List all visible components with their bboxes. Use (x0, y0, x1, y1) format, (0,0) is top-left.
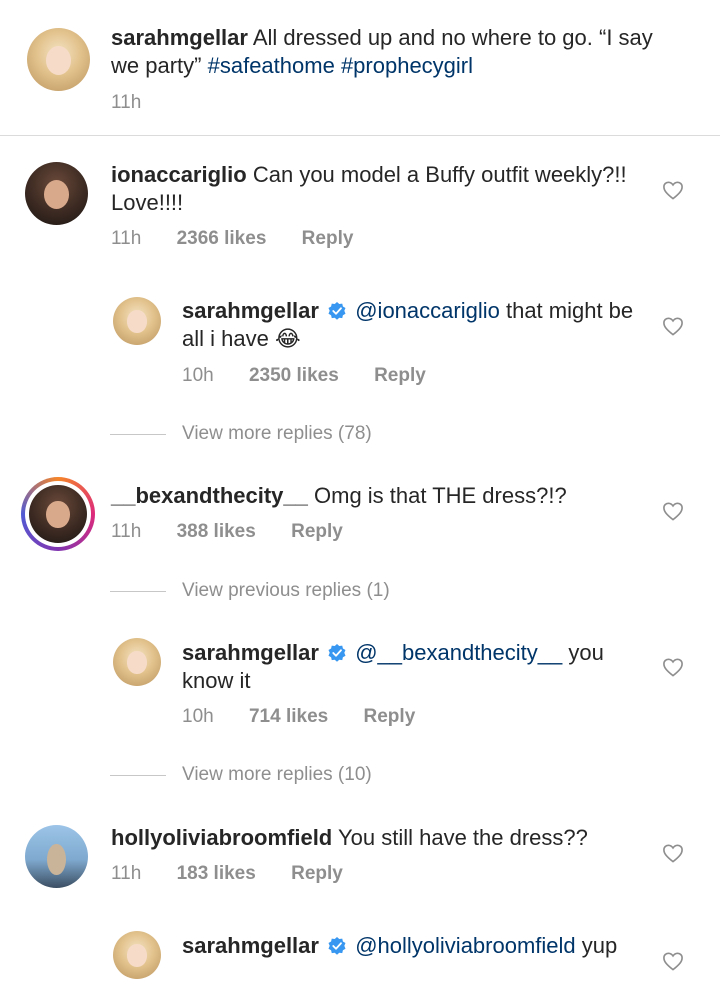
reply-time: 10h (182, 706, 214, 727)
reply-username[interactable]: sarahmgellar (182, 640, 319, 665)
comment-time: 11h (111, 521, 142, 542)
heart-outline-icon[interactable] (662, 501, 684, 521)
view-replies-line (110, 775, 166, 776)
comment-avatar[interactable] (25, 162, 88, 225)
heart-outline-icon[interactable] (662, 657, 684, 677)
reply-button[interactable]: Reply (374, 365, 426, 386)
comment-body: You still have the dress?? (337, 825, 588, 850)
post-timestamp: 11h (111, 92, 142, 113)
reply-username[interactable]: sarahmgellar (182, 933, 319, 958)
reply-avatar[interactable] (113, 931, 161, 979)
reply-button[interactable]: Reply (364, 706, 416, 727)
heart-outline-icon[interactable] (662, 843, 684, 863)
comment-likes[interactable]: 388 likes (177, 521, 256, 542)
comment-text: __bexandthecity__ Omg is that THE dress?… (111, 482, 631, 510)
reply-button[interactable]: Reply (302, 228, 354, 249)
caption-divider (0, 135, 720, 136)
comment-time: 11h (111, 863, 142, 884)
view-replies-line (110, 434, 166, 435)
comment-body: Omg is that THE dress?!? (314, 483, 567, 508)
comment-text: hollyoliviabroomfield You still have the… (111, 824, 651, 852)
comment-time: 11h (111, 228, 142, 249)
reply-likes[interactable]: 2350 likes (249, 365, 339, 386)
hashtag-link[interactable]: #safeathome (208, 53, 335, 78)
reply-text: sarahmgellar @ionaccariglio that might b… (182, 297, 642, 353)
heart-outline-icon[interactable] (662, 951, 684, 971)
reply-avatar[interactable] (113, 638, 161, 686)
reply-mention[interactable]: @hollyoliviabroomfield (355, 933, 575, 958)
comment-username[interactable]: ionaccariglio (111, 162, 247, 187)
post-author-avatar[interactable] (27, 28, 90, 91)
reply-button[interactable]: Reply (291, 521, 343, 542)
hashtag-link[interactable]: #prophecygirl (341, 53, 473, 78)
comment-avatar[interactable] (29, 485, 87, 543)
reply-time: 10h (182, 365, 214, 386)
comment-meta: 11h 388 likes Reply (111, 521, 343, 543)
laughing-emoji-icon: 😂 (274, 326, 301, 351)
reply-text: sarahmgellar @hollyoliviabroomfield yup (182, 932, 642, 960)
view-more-replies-button[interactable]: View more replies (10) (182, 764, 372, 786)
comment-meta: 11h 183 likes Reply (111, 863, 343, 885)
view-previous-replies-button[interactable]: View previous replies (1) (182, 580, 390, 602)
post-caption: sarahmgellar All dressed up and no where… (111, 24, 681, 80)
verified-badge-icon (328, 302, 346, 320)
reply-meta: 10h 714 likes Reply (182, 706, 415, 728)
comment-text: ionaccariglio Can you model a Buffy outf… (111, 161, 631, 217)
comment-likes[interactable]: 2366 likes (177, 228, 267, 249)
comment-likes[interactable]: 183 likes (177, 863, 256, 884)
reply-button[interactable]: Reply (291, 863, 343, 884)
reply-likes[interactable]: 714 likes (249, 706, 328, 727)
reply-meta: 10h 2350 likes Reply (182, 365, 426, 387)
comment-username[interactable]: hollyoliviabroomfield (111, 825, 332, 850)
comment-username[interactable]: __bexandthecity__ (111, 483, 308, 508)
comment-meta: 11h 2366 likes Reply (111, 228, 353, 250)
verified-badge-icon (328, 644, 346, 662)
reply-username[interactable]: sarahmgellar (182, 298, 319, 323)
reply-avatar[interactable] (113, 297, 161, 345)
view-replies-line (110, 591, 166, 592)
verified-badge-icon (328, 937, 346, 955)
heart-outline-icon[interactable] (662, 316, 684, 336)
reply-body: yup (581, 933, 618, 958)
reply-text: sarahmgellar @__bexandthecity__ you know… (182, 639, 642, 695)
reply-mention[interactable]: @ionaccariglio (355, 298, 500, 323)
comment-avatar[interactable] (25, 825, 88, 888)
post-author-username[interactable]: sarahmgellar (111, 25, 248, 50)
reply-mention[interactable]: @__bexandthecity__ (355, 640, 562, 665)
view-more-replies-button[interactable]: View more replies (78) (182, 423, 372, 445)
heart-outline-icon[interactable] (662, 180, 684, 200)
